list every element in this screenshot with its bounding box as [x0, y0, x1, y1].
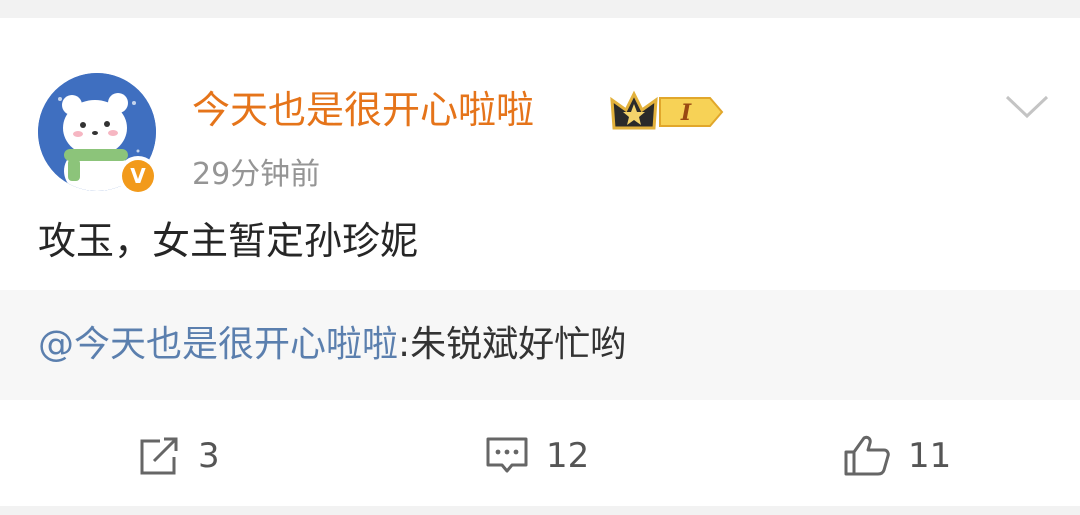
more-options-button[interactable] — [1004, 92, 1050, 126]
repost-count: 3 — [198, 436, 220, 476]
thumbs-up-icon — [844, 435, 890, 476]
comment-count: 12 — [546, 436, 590, 476]
quote-text: :朱锐斌好忙哟 — [398, 324, 627, 365]
crown-icon: I — [610, 90, 724, 130]
post-time: 29分钟前 — [192, 157, 321, 192]
quote-line: @今天也是很开心啦啦:朱锐斌好忙哟 — [38, 320, 626, 370]
retweet-quote[interactable]: @今天也是很开心啦啦:朱锐斌好忙哟 — [0, 290, 1080, 400]
comment-button[interactable]: 12 — [484, 434, 589, 478]
repost-icon — [140, 437, 178, 475]
like-count: 11 — [908, 436, 952, 476]
comment-icon — [486, 437, 528, 473]
chevron-down-icon — [1005, 95, 1049, 119]
verified-icon: V — [122, 160, 154, 192]
level-text: I — [680, 100, 692, 126]
verified-badge: V — [118, 156, 158, 196]
repost-button[interactable]: 3 — [136, 434, 220, 478]
post-content: 攻玉，女主暂定孙珍妮 — [38, 219, 419, 263]
weibo-post-card: V 今天也是很开心啦啦 I 29分钟前 攻玉，女主暂定孙珍妮 @今天也是很开心啦… — [0, 18, 1080, 506]
quote-mention-link[interactable]: @今天也是很开心啦啦 — [38, 324, 398, 365]
username[interactable]: 今天也是很开心啦啦 — [192, 84, 534, 136]
member-level-badge[interactable]: I — [610, 88, 726, 140]
like-button[interactable]: 11 — [842, 434, 951, 478]
